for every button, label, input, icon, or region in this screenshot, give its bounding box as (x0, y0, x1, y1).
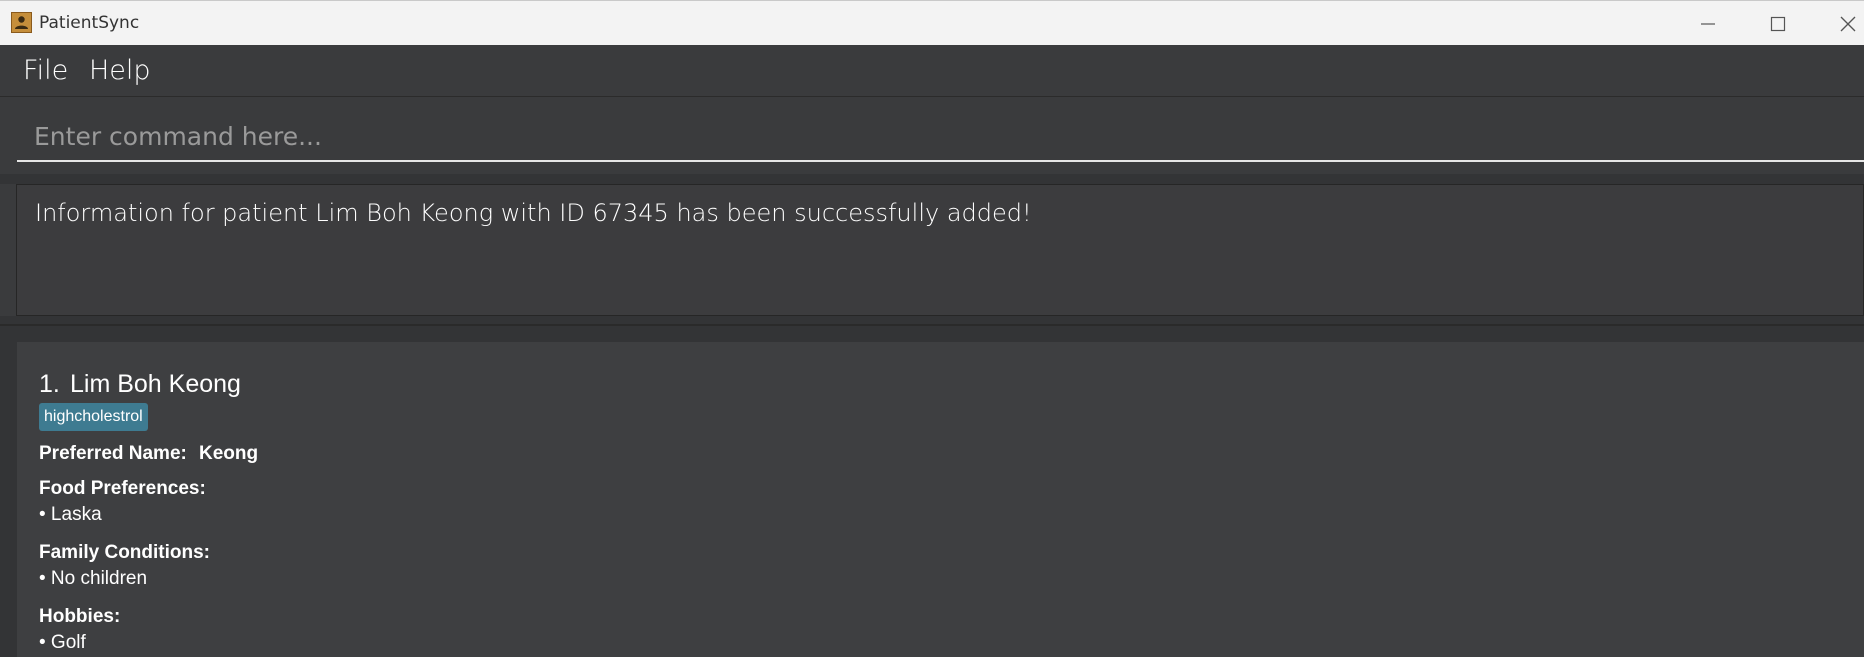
command-box (0, 98, 1864, 174)
patient-index: 1. (39, 370, 60, 398)
minimize-button[interactable] (1678, 1, 1738, 46)
hobby-item: • Golf (39, 632, 86, 653)
minimize-icon (1701, 22, 1715, 25)
menu-help[interactable]: Help (89, 55, 151, 86)
food-preference-item: • Laska (39, 504, 102, 525)
tag-highcholestrol: highcholestrol (39, 403, 148, 431)
preferred-name-value: Keong (199, 443, 259, 464)
result-message: Information for patient Lim Boh Keong wi… (35, 199, 1032, 227)
preferred-name-label: Preferred Name: (39, 443, 187, 464)
window-titlebar: PatientSync (0, 0, 1864, 45)
app-person-icon (11, 12, 32, 33)
menu-bar: File Help (0, 45, 1864, 97)
patient-list[interactable]: 1. Lim Boh Keong highcholestrol Preferre… (0, 326, 1864, 657)
close-button[interactable] (1818, 1, 1864, 46)
patient-name: Lim Boh Keong (70, 370, 241, 398)
divider (0, 316, 1864, 324)
maximize-button[interactable] (1748, 1, 1808, 46)
hobbies-label: Hobbies: (39, 606, 121, 627)
menu-file[interactable]: File (23, 55, 68, 86)
patient-card[interactable]: 1. Lim Boh Keong highcholestrol Preferre… (17, 342, 1864, 657)
divider (0, 174, 1864, 184)
window-title: PatientSync (39, 13, 140, 33)
close-icon (1840, 16, 1856, 31)
result-display[interactable]: Information for patient Lim Boh Keong wi… (16, 184, 1864, 316)
command-input[interactable] (17, 112, 1864, 162)
food-preferences-label: Food Preferences: (39, 478, 206, 499)
maximize-icon (1770, 16, 1786, 31)
family-conditions-label: Family Conditions: (39, 542, 210, 563)
family-condition-item: • No children (39, 568, 148, 589)
